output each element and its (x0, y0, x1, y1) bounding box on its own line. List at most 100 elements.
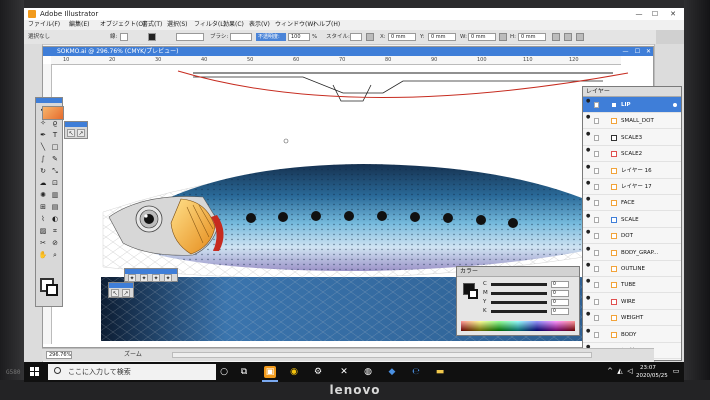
gradient-tool-icon[interactable]: ▤ (50, 202, 60, 212)
visibility-eye-icon[interactable]: ● (586, 230, 591, 235)
zoom-tool-icon[interactable]: ⌕ (50, 250, 60, 260)
floating-panel-header[interactable] (109, 283, 133, 288)
color-stroke-swatch[interactable] (468, 289, 478, 299)
stroke-weight-field[interactable] (176, 33, 204, 41)
layer-lock-icon[interactable] (594, 249, 599, 256)
menu-window[interactable]: ウィンドウ(W) (275, 20, 316, 30)
taskbar-search-box[interactable]: ここに入力して検索 (48, 364, 216, 380)
channel-k-field[interactable]: 0 (551, 308, 569, 315)
layer-row[interactable]: ● OUTLINE (583, 261, 681, 277)
menu-edit[interactable]: 編集(E) (69, 20, 89, 30)
channel-k-slider[interactable] (491, 310, 547, 313)
tray-chevron-icon[interactable]: ^ (606, 367, 614, 375)
menu-view[interactable]: 表示(V) (249, 20, 270, 30)
color-panel-header[interactable]: カラー (457, 267, 579, 277)
layer-lock-icon[interactable] (594, 266, 599, 272)
visibility-eye-icon[interactable]: ● (586, 279, 591, 284)
channel-c-field[interactable]: 0 (551, 281, 569, 288)
taskbar-date[interactable]: 2020/05/25 (636, 373, 668, 379)
pen-tool-icon[interactable]: ✒ (38, 130, 48, 140)
layer-lock-icon[interactable] (594, 298, 599, 305)
live-paint-tool-icon[interactable]: ▨ (38, 226, 48, 236)
rectangle-tool-icon[interactable]: □ (50, 142, 60, 152)
app-icon[interactable]: ✕ (338, 366, 350, 378)
layers-panel-header[interactable]: レイヤー (583, 87, 681, 97)
menu-select[interactable]: 選択(S) (167, 20, 188, 30)
visibility-eye-icon[interactable]: ● (586, 115, 591, 120)
app-icon[interactable]: ◍ (362, 366, 374, 378)
layer-lock-icon[interactable] (594, 134, 599, 141)
chrome-icon[interactable]: ◉ (288, 366, 300, 378)
layer-row[interactable]: ● SMALL_DOT (583, 113, 681, 130)
channel-m-slider[interactable] (491, 292, 547, 295)
visibility-eye-icon[interactable]: ● (586, 328, 591, 333)
hand-tool-icon[interactable]: ✋ (38, 250, 48, 260)
illustrator-taskbar-icon[interactable]: ▣ (264, 366, 276, 378)
taskbar-time[interactable]: 23:07 (640, 365, 656, 371)
blend-tool-icon[interactable]: ◐ (50, 214, 60, 224)
settings-icon[interactable]: ⚙ (312, 366, 324, 378)
file-explorer-icon[interactable]: ▬ (434, 366, 446, 378)
transform-icon[interactable] (552, 33, 560, 41)
minimize-button[interactable]: — (632, 8, 646, 20)
eyedropper-tool-icon[interactable]: ⌇ (38, 214, 48, 224)
layer-lock-icon[interactable] (594, 216, 599, 223)
layer-row[interactable]: ● SCALE3 (583, 130, 681, 146)
tool-option-icon[interactable]: ↖ (67, 129, 75, 137)
floating-panel-header[interactable] (65, 122, 87, 127)
channel-y-slider[interactable] (491, 301, 547, 304)
layer-lock-icon[interactable] (594, 102, 599, 108)
zoom-field[interactable]: 296.76% (46, 351, 72, 359)
graph-tool-icon[interactable]: ▥ (50, 190, 60, 200)
menu-effect[interactable]: 効果(C) (223, 20, 244, 30)
menu-file[interactable]: ファイル(F) (28, 20, 60, 30)
layer-row[interactable]: ● BODY (583, 327, 681, 343)
tool-option-icon[interactable]: ↖ (111, 289, 119, 297)
cortana-icon[interactable]: ○ (218, 366, 230, 378)
menu-filter[interactable]: フィルタ(L) (194, 20, 226, 30)
layer-row[interactable]: ● WEIGHT (583, 310, 681, 327)
type-tool-icon[interactable]: T (50, 130, 60, 140)
tool-option-icon[interactable]: ✦ (152, 274, 160, 282)
menu-help[interactable]: ヘルプ(H) (313, 20, 340, 30)
maximize-button[interactable]: ☐ (648, 8, 662, 20)
tool-option-icon[interactable]: ↗ (77, 129, 85, 137)
layer-lock-icon[interactable] (594, 184, 599, 190)
scissors-tool-icon[interactable]: ✂ (38, 238, 48, 248)
visibility-eye-icon[interactable]: ● (586, 164, 591, 169)
menu-object[interactable]: オブジェクト(O) (100, 20, 145, 30)
layer-lock-icon[interactable] (594, 233, 599, 240)
visibility-eye-icon[interactable]: ● (586, 246, 591, 251)
stroke-color-icon[interactable] (46, 284, 58, 296)
layer-row[interactable]: ● FACE (583, 195, 681, 212)
task-view-icon[interactable]: ⧉ (238, 366, 250, 378)
y-field[interactable]: 0 mm (428, 33, 456, 41)
brush-dropdown[interactable] (230, 33, 252, 41)
stroke-swatch[interactable] (120, 33, 128, 41)
free-transform-tool-icon[interactable]: ⊡ (50, 178, 60, 188)
visibility-eye-icon[interactable]: ● (586, 148, 591, 153)
layer-lock-icon[interactable] (594, 315, 599, 322)
visibility-eye-icon[interactable]: ● (586, 213, 591, 218)
visibility-eye-icon[interactable]: ● (586, 312, 591, 317)
network-icon[interactable]: ◭ (616, 367, 624, 375)
layer-row[interactable]: ● BODY_GRAP... (583, 245, 681, 261)
h-field[interactable]: 0 mm (518, 33, 546, 41)
visibility-eye-icon[interactable]: ● (586, 295, 591, 300)
opacity-label[interactable]: 不透明度: (256, 33, 286, 41)
horizontal-scrollbar[interactable] (172, 352, 592, 358)
paintbrush-tool-icon[interactable]: ∫ (38, 154, 48, 164)
line-tool-icon[interactable]: ╲ (38, 142, 48, 152)
layer-row[interactable]: ● SCALE (583, 212, 681, 228)
fill-swatch[interactable] (148, 33, 156, 41)
visibility-eye-icon[interactable]: ● (586, 263, 591, 268)
visibility-eye-icon[interactable]: ● (586, 131, 591, 136)
channel-c-slider[interactable] (491, 283, 547, 286)
layer-lock-icon[interactable] (594, 167, 599, 174)
volume-icon[interactable]: ◁ (626, 367, 634, 375)
channel-m-field[interactable]: 0 (551, 290, 569, 297)
layer-row[interactable]: ● LIP (583, 97, 681, 113)
layer-row[interactable]: ● レイヤー 17 (583, 179, 681, 195)
windows-start-icon[interactable] (30, 367, 40, 377)
symbol-sprayer-tool-icon[interactable]: ✺ (38, 190, 48, 200)
